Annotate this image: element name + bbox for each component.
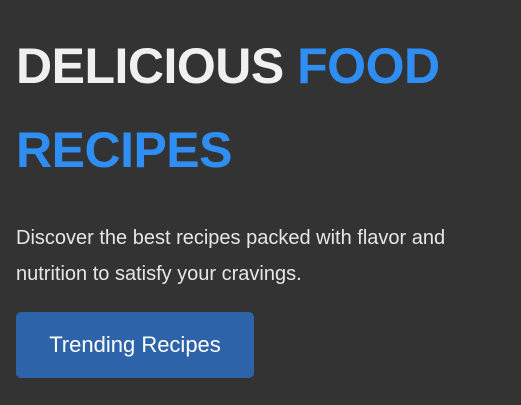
hero-section: DELICIOUS FOOD RECIPES Discover the best…	[0, 0, 521, 405]
hero-title: DELICIOUS FOOD RECIPES	[16, 24, 505, 192]
hero-title-main: DELICIOUS	[16, 38, 298, 94]
hero-description: Discover the best recipes packed with fl…	[16, 227, 446, 285]
trending-recipes-button[interactable]: Trending Recipes	[16, 312, 254, 378]
